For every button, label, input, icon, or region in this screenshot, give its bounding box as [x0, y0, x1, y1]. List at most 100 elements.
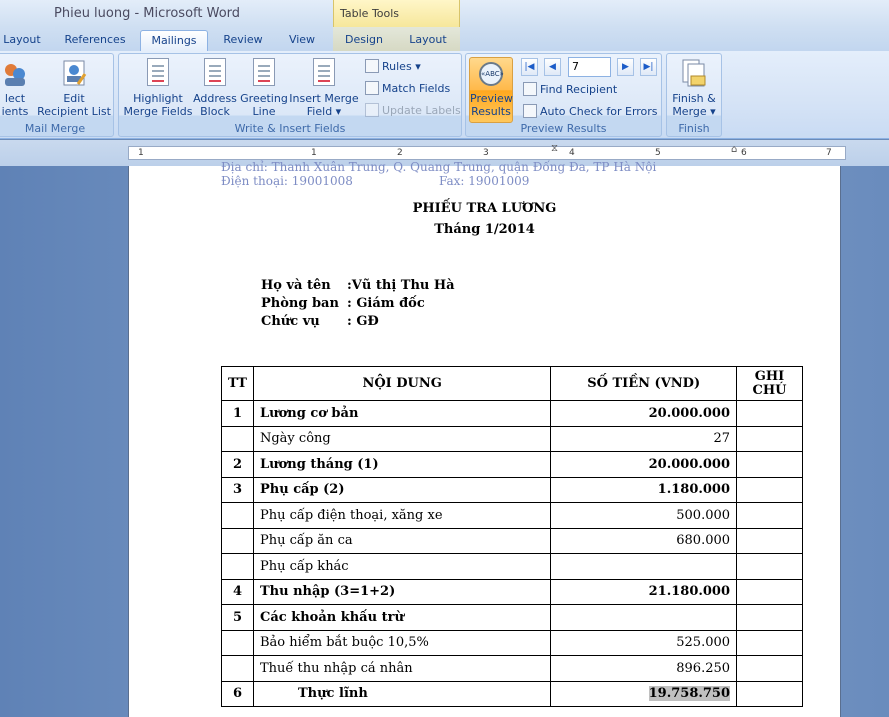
row-tt-cell[interactable] — [221, 655, 254, 682]
preview-results-button[interactable]: «ABC» Preview Results — [469, 57, 513, 123]
row-content-cell[interactable]: Các khoản khấu trừ — [252, 604, 552, 631]
row-content-cell-text: Thực lĩnh — [297, 686, 368, 702]
row-tt-cell[interactable] — [221, 502, 254, 529]
insert-label-2: Field — [306, 105, 333, 118]
edit-label-2: Recipient List — [37, 105, 111, 118]
info-label: Phòng ban — [261, 296, 339, 311]
row-note-cell[interactable] — [736, 400, 803, 427]
row-note-cell[interactable] — [736, 451, 803, 478]
row-tt-cell-text: 3 — [232, 482, 243, 498]
row-content-cell[interactable]: Bảo hiểm bắt buộc 10,5% — [252, 629, 552, 656]
row-content-cell-text: Lương tháng (1) — [259, 456, 379, 472]
row-note-cell[interactable] — [736, 527, 803, 554]
highlight-label-2: Merge Fields — [123, 105, 193, 118]
finish-merge-button[interactable]: Finish & Merge ▾ — [667, 58, 721, 118]
row-amount-cell[interactable]: 20.000.000 — [550, 400, 738, 427]
highlight-icon — [145, 58, 171, 88]
row-tt-cell[interactable]: 4 — [221, 578, 254, 605]
row-content-cell[interactable]: Phụ cấp điện thoại, xăng xe — [252, 502, 552, 529]
ruler-number: 2 — [397, 148, 403, 158]
row-note-cell[interactable] — [736, 502, 803, 529]
row-amount-cell[interactable]: 680.000 — [550, 527, 738, 554]
row-tt-cell[interactable]: 6 — [221, 680, 254, 707]
row-note-cell[interactable] — [736, 425, 803, 452]
row-tt-cell[interactable]: 3 — [221, 476, 254, 503]
row-note-cell[interactable] — [736, 476, 803, 503]
next-record-icon[interactable]: ▶ — [617, 58, 634, 76]
row-amount-cell[interactable]: 27 — [550, 425, 738, 452]
last-record-icon[interactable]: ▶| — [640, 58, 657, 76]
row-content-cell[interactable]: Phụ cấp khác — [252, 553, 552, 580]
row-content-cell[interactable]: Ngày công — [252, 425, 552, 452]
tab-review[interactable]: Review — [218, 30, 268, 51]
match-fields-icon — [365, 81, 379, 95]
title-bar: Phieu luong - Microsoft Word Table Tools — [0, 0, 889, 27]
insert-merge-field-button[interactable]: Insert Merge Field ▾ — [289, 58, 359, 118]
match-fields-button[interactable]: Match Fields — [365, 80, 450, 98]
row-tt-cell[interactable]: 2 — [221, 451, 254, 478]
row-tt-cell[interactable]: 5 — [221, 604, 254, 631]
ruler-number: 3 — [483, 148, 489, 158]
auto-check-errors-button[interactable]: Auto Check for Errors — [523, 103, 658, 121]
tab-table-layout[interactable]: Layout — [404, 30, 452, 51]
update-labels-button[interactable]: Update Labels — [365, 102, 461, 120]
row-content-cell[interactable]: Thuế thu nhập cá nhân — [252, 655, 552, 682]
first-record-icon[interactable]: |◀ — [521, 58, 538, 76]
row-content-cell[interactable]: Lương cơ bản — [252, 400, 552, 427]
row-content-cell[interactable]: Phụ cấp ăn ca — [252, 527, 552, 554]
tab-mailings[interactable]: Mailings — [140, 30, 208, 51]
row-amount-cell[interactable]: 19.758.750 — [550, 680, 738, 707]
table-row: 5 Các khoản khấu trừ — [221, 604, 803, 631]
finish-dropdown-icon: ▾ — [710, 105, 716, 118]
row-content-cell[interactable]: Thu nhập (3=1+2) — [252, 578, 552, 605]
row-note-cell[interactable] — [736, 578, 803, 605]
row-amount-cell[interactable] — [550, 553, 738, 580]
row-tt-cell[interactable] — [221, 527, 254, 554]
tab-design[interactable]: Design — [340, 30, 388, 51]
row-note-cell[interactable] — [736, 655, 803, 682]
row-amount-cell[interactable]: 896.250 — [550, 655, 738, 682]
address-block-button[interactable]: Address Block — [193, 58, 237, 118]
auto-check-label: Auto Check for Errors — [540, 105, 658, 118]
row-note-cell[interactable] — [736, 553, 803, 580]
tab-references[interactable]: References — [60, 30, 130, 51]
greeting-line-button[interactable]: Greeting Line — [239, 58, 289, 118]
rules-button[interactable]: Rules ▾ — [365, 58, 421, 76]
table-header-row: TT NỘI DUNG SỐ TIỀN (VND) GHI CHÚ — [221, 366, 803, 401]
record-number-input[interactable]: 7 — [568, 57, 611, 77]
row-note-cell[interactable] — [736, 680, 803, 707]
row-tt-cell[interactable] — [221, 425, 254, 452]
row-amount-cell[interactable]: 1.180.000 — [550, 476, 738, 503]
ruler-number: 7 — [826, 148, 832, 158]
group-preview-results: «ABC» Preview Results |◀ ◀ 7 ▶ ▶| Find R… — [465, 53, 662, 137]
find-recipient-label: Find Recipient — [540, 83, 618, 96]
row-content-cell[interactable]: Lương tháng (1) — [252, 451, 552, 478]
row-amount-cell[interactable]: 21.180.000 — [550, 578, 738, 605]
edit-recipient-list-button[interactable]: Edit Recipient List — [37, 58, 111, 118]
indent-marker-icon[interactable]: ⧖ — [551, 143, 558, 154]
select-recipients-button[interactable]: lect ients — [0, 58, 33, 118]
recipients-icon — [2, 58, 28, 88]
document-page[interactable]: Địa chỉ: Thanh Xuân Trung, Q. Quang Trun… — [128, 160, 841, 717]
row-note-cell[interactable] — [736, 629, 803, 656]
highlight-merge-fields-button[interactable]: Highlight Merge Fields — [122, 58, 194, 118]
tab-view[interactable]: View — [282, 30, 322, 51]
table-row: Bảo hiểm bắt buộc 10,5% 525.000 — [221, 629, 803, 656]
salary-table[interactable]: TT NỘI DUNG SỐ TIỀN (VND) GHI CHÚ 1 Lương… — [221, 366, 803, 707]
group-write-insert-fields: Highlight Merge Fields Address Block Gre… — [118, 53, 462, 137]
tab-page-layout[interactable]: Layout — [2, 30, 42, 51]
row-amount-cell[interactable]: 500.000 — [550, 502, 738, 529]
row-note-cell[interactable] — [736, 604, 803, 631]
ribbon-tabs: Layout References Mailings Review View D… — [0, 27, 889, 51]
row-content-cell[interactable]: Phụ cấp (2) — [252, 476, 552, 503]
row-amount-cell[interactable] — [550, 604, 738, 631]
row-tt-cell[interactable] — [221, 553, 254, 580]
row-content-cell[interactable]: Thực lĩnh — [252, 680, 552, 707]
right-indent-icon[interactable]: ⌂ — [731, 144, 737, 155]
find-recipient-button[interactable]: Find Recipient — [523, 81, 617, 99]
row-amount-cell[interactable]: 525.000 — [550, 629, 738, 656]
previous-record-icon[interactable]: ◀ — [544, 58, 561, 76]
row-tt-cell[interactable] — [221, 629, 254, 656]
row-amount-cell[interactable]: 20.000.000 — [550, 451, 738, 478]
row-tt-cell[interactable]: 1 — [221, 400, 254, 427]
